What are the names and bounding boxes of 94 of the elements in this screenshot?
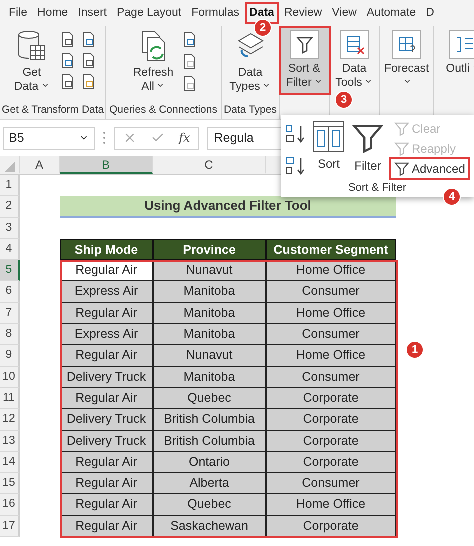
- column-header: Ship Mode: [60, 238, 153, 260]
- ribbon-button[interactable]: Data Tools: [330, 28, 378, 93]
- table-cell[interactable]: Express Air: [60, 281, 153, 303]
- row-number[interactable]: 8: [0, 324, 20, 346]
- table-cell[interactable]: British Columbia: [153, 409, 266, 431]
- table-cell[interactable]: Express Air: [60, 324, 153, 346]
- row-number[interactable]: 4: [0, 238, 20, 260]
- table-cell[interactable]: Manitoba: [153, 281, 266, 303]
- table-cell[interactable]: Regular Air: [60, 302, 153, 324]
- group-label: Data Types: [224, 103, 277, 118]
- ribbon-tab[interactable]: D: [421, 2, 440, 24]
- table-cell[interactable]: Regular Air: [60, 452, 153, 474]
- ribbon-tab[interactable]: Home: [32, 2, 74, 24]
- table-cell[interactable]: Consumer: [266, 281, 396, 303]
- insert-function-button[interactable]: fx: [179, 131, 190, 145]
- table-cell[interactable]: Corporate: [266, 516, 396, 538]
- funnel-icon: [290, 30, 320, 60]
- table-cell[interactable]: Quebec: [153, 388, 266, 410]
- row-number[interactable]: 2: [0, 196, 20, 218]
- row-number[interactable]: 14: [0, 452, 20, 474]
- sheet-title: Using Advanced Filter Tool: [60, 196, 396, 218]
- step-badge: 4: [443, 188, 461, 206]
- row-number[interactable]: 12: [0, 409, 20, 431]
- sort-icon[interactable]: [285, 155, 307, 177]
- table-cell[interactable]: Nunavut: [153, 260, 266, 282]
- table-cell[interactable]: Consumer: [266, 366, 396, 388]
- table-delete-icon: [340, 30, 370, 60]
- step-badge: 1: [406, 341, 424, 359]
- table-cell[interactable]: Corporate: [266, 409, 396, 431]
- row-number[interactable]: 10: [0, 366, 20, 388]
- row-number[interactable]: 17: [0, 516, 20, 538]
- table-cell[interactable]: Consumer: [266, 324, 396, 346]
- funnel-icon: [394, 160, 410, 176]
- ribbon-button[interactable]: Sort & Filter: [280, 28, 328, 93]
- table-cell[interactable]: Saskachewan: [153, 516, 266, 538]
- menu-item[interactable]: Advanced: [391, 159, 468, 178]
- table-cell[interactable]: Delivery Truck: [60, 366, 153, 388]
- table-cell[interactable]: Corporate: [266, 388, 396, 410]
- sort-dialog-icon: [313, 121, 345, 153]
- table-cell[interactable]: Home Office: [266, 260, 396, 282]
- ribbon-tab[interactable]: Page Layout: [112, 2, 187, 24]
- table-cell[interactable]: Regular Air: [60, 388, 153, 410]
- ribbon-button[interactable]: Forecast: [382, 28, 430, 93]
- sort-icon[interactable]: [285, 123, 307, 145]
- column-letter[interactable]: B: [60, 156, 153, 174]
- table-cell[interactable]: Quebec: [153, 494, 266, 516]
- drag-handle-icon[interactable]: [103, 131, 106, 145]
- row-number[interactable]: 5: [0, 260, 20, 282]
- group-label: Sort & Filter: [348, 182, 407, 196]
- table-cell[interactable]: Consumer: [266, 473, 396, 494]
- row-number[interactable]: 15: [0, 473, 20, 494]
- funnel-icon: [394, 140, 410, 156]
- row-number[interactable]: 7: [0, 302, 20, 324]
- ribbon-button[interactable]: Get Data: [8, 28, 56, 97]
- ribbon-tab[interactable]: View: [327, 2, 362, 24]
- ribbon-tab[interactable]: Automate: [362, 2, 422, 24]
- group-label: Get & Transform Data: [2, 103, 103, 118]
- table-cell[interactable]: Delivery Truck: [60, 409, 153, 431]
- ribbon-tab[interactable]: File: [4, 2, 33, 24]
- row-number[interactable]: 9: [0, 345, 20, 367]
- table-cell[interactable]: Home Office: [266, 345, 396, 367]
- ribbon-button[interactable]: Outli: [440, 28, 474, 79]
- row-number[interactable]: 11: [0, 388, 20, 410]
- table-cell[interactable]: Alberta: [153, 473, 266, 494]
- ribbon-button[interactable]: Refresh All: [130, 28, 178, 97]
- row-number[interactable]: 6: [0, 281, 20, 303]
- table-cell[interactable]: Regular Air: [60, 473, 153, 494]
- table-cell[interactable]: Regular Air: [60, 345, 153, 367]
- ribbon-tab[interactable]: Review: [279, 2, 328, 24]
- table-cell[interactable]: Manitoba: [153, 366, 266, 388]
- table-cell[interactable]: Regular Air: [60, 494, 153, 516]
- table-cell[interactable]: Manitoba: [153, 302, 266, 324]
- table-cell[interactable]: Home Office: [266, 494, 396, 516]
- table-cell[interactable]: Home Office: [266, 302, 396, 324]
- ribbon-tab[interactable]: Insert: [73, 2, 112, 24]
- column-header: Province: [153, 238, 266, 260]
- row-number[interactable]: 16: [0, 494, 20, 516]
- ribbon-tab[interactable]: Formulas: [186, 2, 245, 24]
- table-cell[interactable]: Nunavut: [153, 345, 266, 367]
- table-cell[interactable]: British Columbia: [153, 430, 266, 452]
- table-cell[interactable]: Delivery Truck: [60, 430, 153, 452]
- document-icon[interactable]: [60, 32, 76, 48]
- name-box[interactable]: B5: [3, 126, 95, 150]
- column-header: Customer Segment: [266, 238, 396, 260]
- table-cell[interactable]: Corporate: [266, 452, 396, 474]
- group-label: Queries & Connections: [108, 103, 218, 118]
- row-number[interactable]: 1: [0, 175, 20, 196]
- table-cell[interactable]: Corporate: [266, 430, 396, 452]
- row-number[interactable]: 3: [0, 218, 20, 239]
- filter-button[interactable]: Filter: [351, 119, 385, 182]
- table-cell[interactable]: Manitoba: [153, 324, 266, 346]
- funnel-icon: [394, 120, 410, 136]
- row-number[interactable]: 13: [0, 430, 20, 452]
- table-cell[interactable]: Ontario: [153, 452, 266, 474]
